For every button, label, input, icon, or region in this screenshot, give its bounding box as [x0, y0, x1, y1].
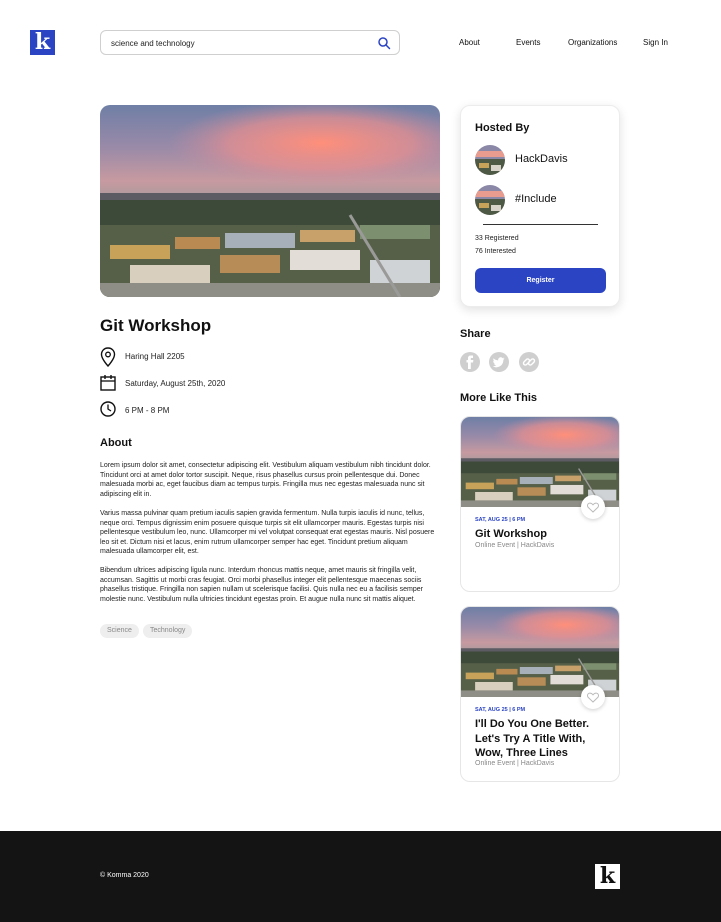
calendar-icon — [100, 375, 116, 391]
event-card-title[interactable]: I'll Do You One Better. Let's Try A Titl… — [475, 717, 610, 761]
event-card-date: SAT, AUG 25 | 6 PM — [475, 707, 526, 713]
host-name[interactable]: HackDavis — [515, 153, 568, 165]
search-input[interactable] — [111, 35, 366, 51]
nav-about[interactable]: About — [459, 38, 480, 47]
brand-logo[interactable]: k — [30, 30, 55, 55]
about-heading: About — [100, 437, 132, 449]
tag-technology[interactable]: Technology — [143, 624, 193, 638]
footer-copyright: © Komma 2020 — [100, 872, 149, 879]
hosted-by-heading: Hosted By — [475, 122, 530, 134]
divider — [483, 224, 598, 225]
time-row: 6 PM - 8 PM — [100, 401, 400, 421]
event-time: 6 PM - 8 PM — [125, 406, 170, 415]
event-card[interactable]: SAT, AUG 25 | 6 PM Git Workshop Online E… — [460, 416, 620, 592]
event-card-meta: Online Event | HackDavis — [475, 760, 555, 767]
event-card[interactable]: SAT, AUG 25 | 6 PM I'll Do You One Bette… — [460, 606, 620, 782]
heart-icon[interactable] — [581, 685, 605, 709]
event-card-image — [461, 417, 619, 507]
event-location: Haring Hall 2205 — [125, 352, 185, 361]
event-hero-image — [100, 105, 440, 297]
link-icon[interactable] — [519, 352, 539, 372]
event-card-title[interactable]: Git Workshop — [475, 527, 610, 542]
hosted-by-card: Hosted By HackDavis #Include 33 Register… — [460, 105, 620, 307]
about-paragraph: Lorem ipsum dolor sit amet, consectetur … — [100, 462, 431, 498]
more-like-this-heading: More Like This — [460, 392, 538, 404]
event-date: Saturday, August 25th, 2020 — [125, 379, 226, 388]
event-title: Git Workshop — [100, 316, 212, 335]
host-item[interactable]: HackDavis — [475, 145, 615, 175]
share-heading: Share — [460, 328, 491, 340]
location-row: Haring Hall 2205 — [100, 347, 400, 367]
footer: © Komma 2020 k — [0, 831, 721, 922]
nav-sign-in[interactable]: Sign In — [643, 38, 668, 47]
event-card-date: SAT, AUG 25 | 6 PM — [475, 517, 526, 523]
register-button[interactable]: Register — [475, 268, 606, 293]
date-row: Saturday, August 25th, 2020 — [100, 374, 400, 394]
event-card-image — [461, 607, 619, 697]
facebook-icon[interactable] — [460, 352, 480, 372]
host-item[interactable]: #Include — [475, 185, 615, 215]
about-paragraph: Varius massa pulvinar quam pretium iacul… — [100, 510, 435, 556]
tag-science[interactable]: Science — [100, 624, 139, 638]
avatar — [475, 145, 505, 175]
avatar — [475, 185, 505, 215]
twitter-icon[interactable] — [489, 352, 509, 372]
search-bar[interactable] — [100, 30, 400, 55]
host-name[interactable]: #Include — [515, 193, 557, 205]
clock-icon — [100, 401, 116, 417]
registered-count: 33 Registered — [475, 235, 519, 242]
about-paragraph: Bibendum ultrices adipiscing ligula nunc… — [100, 567, 423, 603]
heart-icon[interactable] — [581, 495, 605, 519]
event-card-meta: Online Event | HackDavis — [475, 542, 555, 549]
nav-events[interactable]: Events — [516, 38, 540, 47]
location-pin-icon — [100, 347, 116, 367]
nav-organizations[interactable]: Organizations — [568, 38, 617, 47]
search-icon[interactable] — [377, 36, 391, 50]
interested-count: 76 Interested — [475, 248, 516, 255]
footer-logo[interactable]: k — [595, 864, 620, 889]
